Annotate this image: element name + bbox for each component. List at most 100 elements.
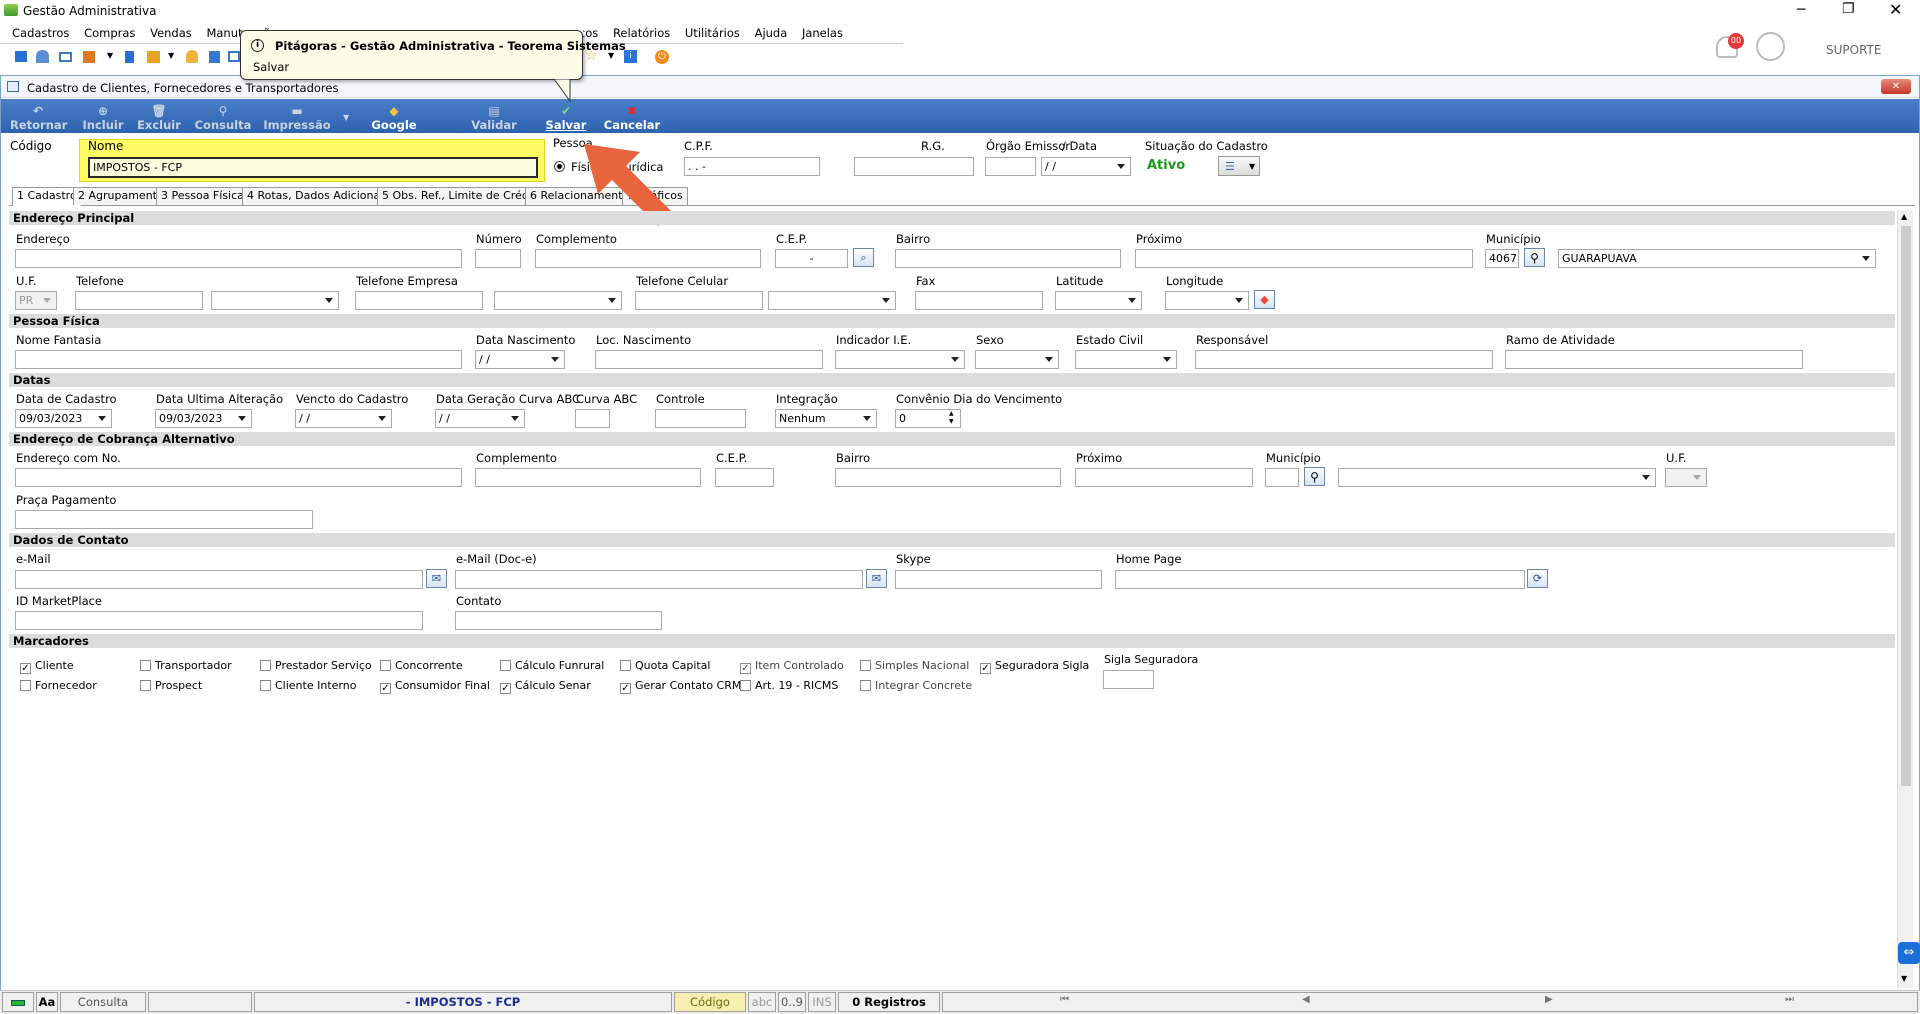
data-alteracao-combo[interactable]: 09/03/2023: [155, 409, 252, 428]
telefone-empresa-combo[interactable]: [494, 291, 622, 310]
nome-input[interactable]: IMPOSTOS - FCP: [88, 157, 538, 178]
power-icon[interactable]: ⏻: [655, 50, 669, 64]
municipio-code-input[interactable]: 4067: [1485, 249, 1519, 268]
telefone-empresa-input[interactable]: [355, 291, 483, 310]
integracao-combo[interactable]: Nenhum: [775, 409, 877, 428]
folder-icon[interactable]: [15, 51, 27, 62]
marketplace-input[interactable]: [15, 611, 423, 630]
impressao-dropdown-icon[interactable]: ▼: [343, 113, 349, 122]
person-icon[interactable]: [186, 50, 198, 63]
fisica-radio[interactable]: [554, 161, 565, 172]
cobranca-endereco-input[interactable]: [15, 468, 462, 487]
email-doc-input[interactable]: [455, 570, 863, 589]
screen-icon[interactable]: [228, 51, 240, 62]
indicador-ie-combo[interactable]: [835, 350, 965, 369]
users-icon[interactable]: [36, 50, 49, 63]
menu-ajuda[interactable]: Ajuda: [755, 26, 788, 40]
checkbox-simples-nacional[interactable]: Simples Nacional: [860, 659, 969, 672]
estado-civil-combo[interactable]: [1075, 350, 1177, 369]
impressao-button[interactable]: ▬ Impressão: [262, 104, 332, 132]
situacao-button[interactable]: ☰ ▼: [1218, 156, 1260, 176]
checkbox-seguradora-sigla[interactable]: ✓ Seguradora Sigla: [980, 659, 1089, 674]
orgao-input[interactable]: [985, 157, 1036, 176]
sigla-seguradora-input[interactable]: [1103, 670, 1154, 689]
menu-compras[interactable]: Compras: [84, 26, 135, 40]
tab-agrupamento[interactable]: 2 Agrupamento: [73, 187, 169, 205]
map-location-button[interactable]: ◆: [1254, 290, 1275, 309]
card-icon[interactable]: [59, 52, 72, 62]
menu-utilitarios[interactable]: Utilitários: [685, 26, 740, 40]
skype-input[interactable]: [895, 570, 1102, 589]
tab-rotas[interactable]: 4 Rotas, Dados Adicionais: [242, 187, 395, 205]
ramo-atividade-input[interactable]: [1505, 350, 1803, 369]
salvar-button[interactable]: ✔ Salvar: [540, 104, 592, 132]
homepage-open-button[interactable]: ⟳: [1527, 569, 1548, 588]
tab-obs[interactable]: 5 Obs. Ref., Limite de Crédito: [377, 187, 548, 205]
menu-janelas[interactable]: Janelas: [802, 26, 843, 40]
checkbox-art19[interactable]: Art. 19 - RICMS: [740, 679, 838, 692]
checkbox-cliente-interno[interactable]: Cliente Interno: [260, 679, 356, 692]
fax-input[interactable]: [915, 291, 1043, 310]
menu-cadastros[interactable]: Cadastros: [12, 26, 69, 40]
longitude-combo[interactable]: [1165, 291, 1249, 310]
checkbox-prestador[interactable]: Prestador Serviço: [260, 659, 372, 672]
endereco-input[interactable]: [15, 249, 462, 268]
form-close-button[interactable]: ✕: [1881, 79, 1911, 94]
cpf-input[interactable]: . . -: [684, 157, 820, 176]
retornar-button[interactable]: ↶ Retornar: [10, 104, 67, 132]
scroll-up-icon[interactable]: ▲: [1901, 212, 1907, 221]
consulta-button[interactable]: ⚲ Consulta: [193, 104, 253, 132]
uf-combo[interactable]: PR: [15, 291, 57, 310]
restore-icon[interactable]: ❐: [1842, 1, 1855, 17]
teamviewer-icon[interactable]: ⇔: [1898, 942, 1920, 964]
cobranca-cep-input[interactable]: [715, 468, 774, 487]
scroll-down-icon[interactable]: ▼: [1901, 974, 1907, 983]
menu-vendas[interactable]: Vendas: [150, 26, 192, 40]
email-send-button[interactable]: ✉: [426, 569, 447, 588]
calc-icon[interactable]: [209, 51, 220, 63]
telefone-input[interactable]: [75, 291, 203, 310]
checkbox-transportador[interactable]: Transportador: [140, 659, 232, 672]
cobranca-complemento-input[interactable]: [475, 468, 701, 487]
cobranca-uf-combo[interactable]: [1665, 468, 1707, 487]
dropdown2-icon[interactable]: ▼: [168, 51, 174, 60]
data-emissor-combo[interactable]: / /: [1041, 157, 1131, 176]
data-cadastro-combo[interactable]: 09/03/2023: [15, 409, 112, 428]
cobranca-bairro-input[interactable]: [835, 468, 1061, 487]
vencto-combo[interactable]: / /: [295, 409, 392, 428]
cep-input[interactable]: -: [775, 249, 848, 268]
prev-record-icon[interactable]: ◀: [1302, 994, 1310, 1005]
responsavel-input[interactable]: [1195, 350, 1493, 369]
controle-input[interactable]: [655, 409, 746, 428]
data-nascimento-combo[interactable]: / /: [475, 350, 565, 369]
vertical-scrollbar[interactable]: ▲ ▼: [1897, 210, 1913, 988]
doc-icon[interactable]: [125, 51, 134, 63]
checkbox-quota-capital[interactable]: Quota Capital: [620, 659, 710, 672]
telefone-celular-input[interactable]: [635, 291, 763, 310]
cobranca-municipio-code-input[interactable]: [1265, 468, 1299, 487]
user-name[interactable]: SUPORTE: [1826, 43, 1881, 57]
box-icon[interactable]: [147, 51, 160, 63]
contato-input[interactable]: [455, 611, 662, 630]
tab-pessoa-fisica[interactable]: 3 Pessoa Física: [156, 187, 249, 205]
excluir-button[interactable]: 🗑 Excluir: [134, 104, 184, 132]
telefone-type-combo[interactable]: [211, 291, 339, 310]
cobranca-municipio-search-button[interactable]: ⚲: [1304, 467, 1325, 486]
loc-nascimento-input[interactable]: [595, 350, 823, 369]
menu-relatorios[interactable]: Relatórios: [613, 26, 670, 40]
checkbox-prospect[interactable]: Prospect: [140, 679, 202, 692]
sexo-combo[interactable]: [975, 350, 1059, 369]
checkbox-cliente[interactable]: ✓ Cliente: [20, 659, 74, 674]
municipio-combo[interactable]: GUARAPUAVA: [1558, 249, 1876, 268]
close-icon[interactable]: ✕: [1889, 0, 1902, 19]
cobranca-proximo-input[interactable]: [1075, 468, 1253, 487]
telefone-celular-combo[interactable]: [768, 291, 896, 310]
minimize-icon[interactable]: ─: [1797, 2, 1805, 18]
rg-input[interactable]: [854, 157, 974, 176]
numero-input[interactable]: [475, 249, 521, 268]
curva-data-combo[interactable]: / /: [435, 409, 525, 428]
cancelar-button[interactable]: ✖ Cancelar: [602, 104, 662, 132]
curva-abc-input[interactable]: [575, 409, 610, 428]
spinner-arrows-icon[interactable]: ▲ ▼: [949, 410, 954, 426]
list-icon[interactable]: [83, 51, 95, 63]
